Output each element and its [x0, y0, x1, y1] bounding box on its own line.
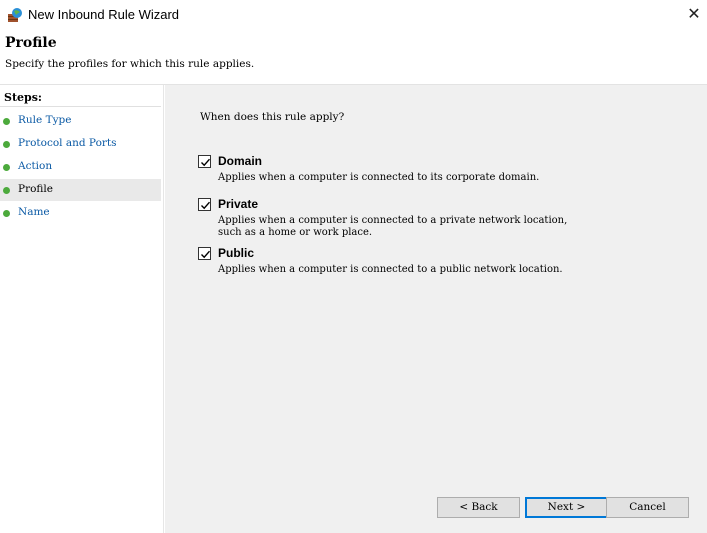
- close-icon[interactable]: ✕: [682, 2, 706, 26]
- page-subtitle: Specify the profiles for which this rule…: [5, 58, 255, 70]
- public-checkbox[interactable]: [198, 247, 211, 260]
- step-rule-type[interactable]: Rule Type: [0, 110, 161, 132]
- private-label[interactable]: Private: [218, 197, 258, 211]
- step-action[interactable]: Action: [0, 156, 161, 178]
- next-button[interactable]: Next >: [525, 497, 608, 518]
- steps-divider: [0, 106, 161, 107]
- step-label: Profile: [18, 183, 53, 195]
- public-label[interactable]: Public: [218, 246, 254, 260]
- step-name[interactable]: Name: [0, 202, 161, 224]
- wizard-header: Profile Specify the profiles for which t…: [0, 30, 707, 84]
- back-button[interactable]: < Back: [437, 497, 520, 518]
- step-label: Protocol and Ports: [18, 137, 117, 149]
- content-panel: When does this rule apply? Domain Applie…: [165, 85, 707, 533]
- window-title: New Inbound Rule Wizard: [28, 7, 180, 22]
- cancel-button[interactable]: Cancel: [606, 497, 689, 518]
- title-bar: New Inbound Rule Wizard ✕: [0, 0, 707, 30]
- checkmark-icon: [201, 201, 211, 210]
- private-checkbox[interactable]: [198, 198, 211, 211]
- domain-label[interactable]: Domain: [218, 154, 262, 168]
- public-description: Applies when a computer is connected to …: [218, 264, 563, 275]
- page-title: Profile: [5, 35, 57, 51]
- step-label: Name: [18, 206, 50, 218]
- step-status-dot-icon: [3, 210, 10, 217]
- private-description: Applies when a computer is connected to …: [218, 215, 568, 238]
- question-label: When does this rule apply?: [200, 111, 345, 123]
- step-profile[interactable]: Profile: [0, 179, 161, 201]
- step-status-dot-icon: [3, 164, 10, 171]
- step-label: Action: [18, 160, 53, 172]
- steps-sidebar: Steps: Rule Type Protocol and Ports Acti…: [0, 85, 164, 533]
- checkmark-icon: [201, 250, 211, 259]
- step-status-dot-icon: [3, 118, 10, 125]
- checkmark-icon: [201, 158, 211, 167]
- step-status-dot-icon: [3, 141, 10, 148]
- step-status-dot-icon: [3, 187, 10, 194]
- step-label: Rule Type: [18, 114, 72, 126]
- firewall-icon: [7, 7, 23, 23]
- domain-description: Applies when a computer is connected to …: [218, 172, 540, 183]
- steps-title: Steps:: [4, 91, 42, 104]
- domain-checkbox[interactable]: [198, 155, 211, 168]
- step-protocol-and-ports[interactable]: Protocol and Ports: [0, 133, 161, 155]
